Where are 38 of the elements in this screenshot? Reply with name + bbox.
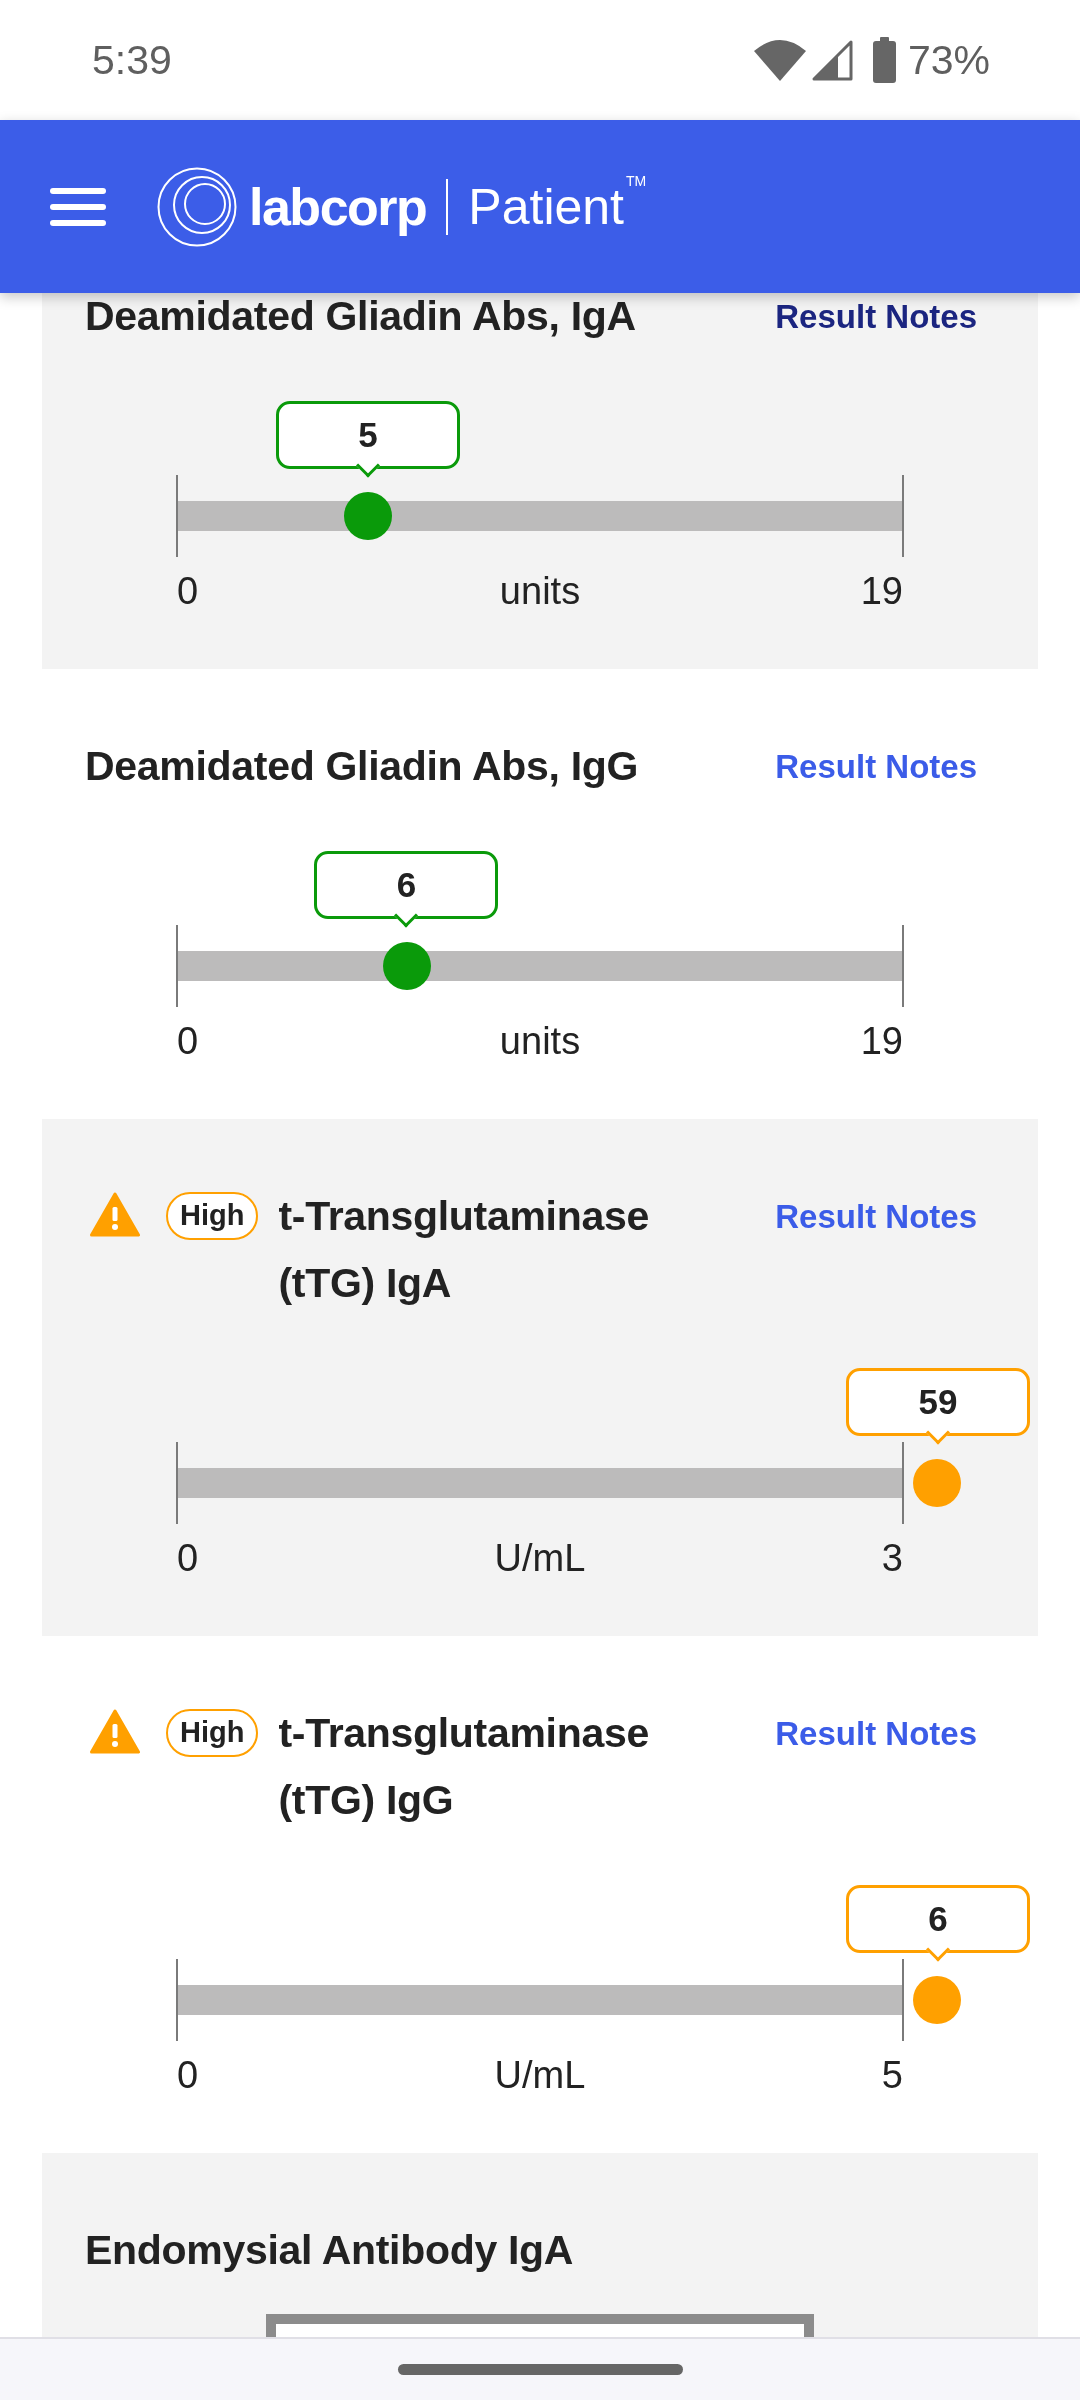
battery-icon xyxy=(872,37,896,83)
flag-badge: High xyxy=(166,1192,259,1240)
range-min-label: 0 xyxy=(177,1536,199,1580)
value-callout: 6 xyxy=(314,851,499,932)
range-max-label: 3 xyxy=(881,1536,903,1580)
test-name: Endomysial Antibody IgA xyxy=(85,2226,575,2275)
flag-badge: High xyxy=(166,1709,259,1757)
result-notes-link[interactable]: Result Notes xyxy=(775,1183,977,1250)
unit-label: U/mL xyxy=(494,1536,586,1580)
range-min-label: 0 xyxy=(177,2053,199,2097)
test-name: t-Transglutaminase (tTG) IgG xyxy=(278,1709,650,1825)
range-min-label: 0 xyxy=(177,569,199,613)
range-max-label: 19 xyxy=(860,1019,903,1063)
circles-logo-icon xyxy=(157,166,237,247)
range-max-label: 5 xyxy=(881,2053,903,2097)
menu-icon[interactable] xyxy=(50,187,106,226)
value-callout: 59 xyxy=(846,1368,1030,1449)
product-name: Patient xyxy=(468,177,624,237)
unit-label: units xyxy=(499,1019,581,1063)
test-name: Deamidated Gliadin Abs, IgA xyxy=(85,293,637,341)
trademark-mark: TM xyxy=(626,172,647,189)
value-callout: 5 xyxy=(275,401,460,482)
test-name: Deamidated Gliadin Abs, IgG xyxy=(85,742,640,791)
wifi-icon xyxy=(753,39,806,81)
brand-name: labcorp xyxy=(249,176,427,237)
result-notes-link[interactable]: Result Notes xyxy=(775,1700,977,1767)
result-notes-link[interactable]: Result Notes xyxy=(775,733,977,800)
unit-label: units xyxy=(499,569,581,613)
battery-percent: 73% xyxy=(907,36,990,84)
status-time: 5:39 xyxy=(92,36,172,84)
result-notes-link[interactable]: Result Notes xyxy=(775,293,977,350)
gesture-handle[interactable] xyxy=(397,2364,683,2375)
unit-label: U/mL xyxy=(494,2053,586,2097)
test-name: t-Transglutaminase (tTG) IgA xyxy=(278,1192,650,1308)
range-max-label: 19 xyxy=(860,569,903,613)
signal-icon xyxy=(811,39,853,81)
range-min-label: 0 xyxy=(177,1019,199,1063)
value-callout: 6 xyxy=(846,1885,1030,1966)
